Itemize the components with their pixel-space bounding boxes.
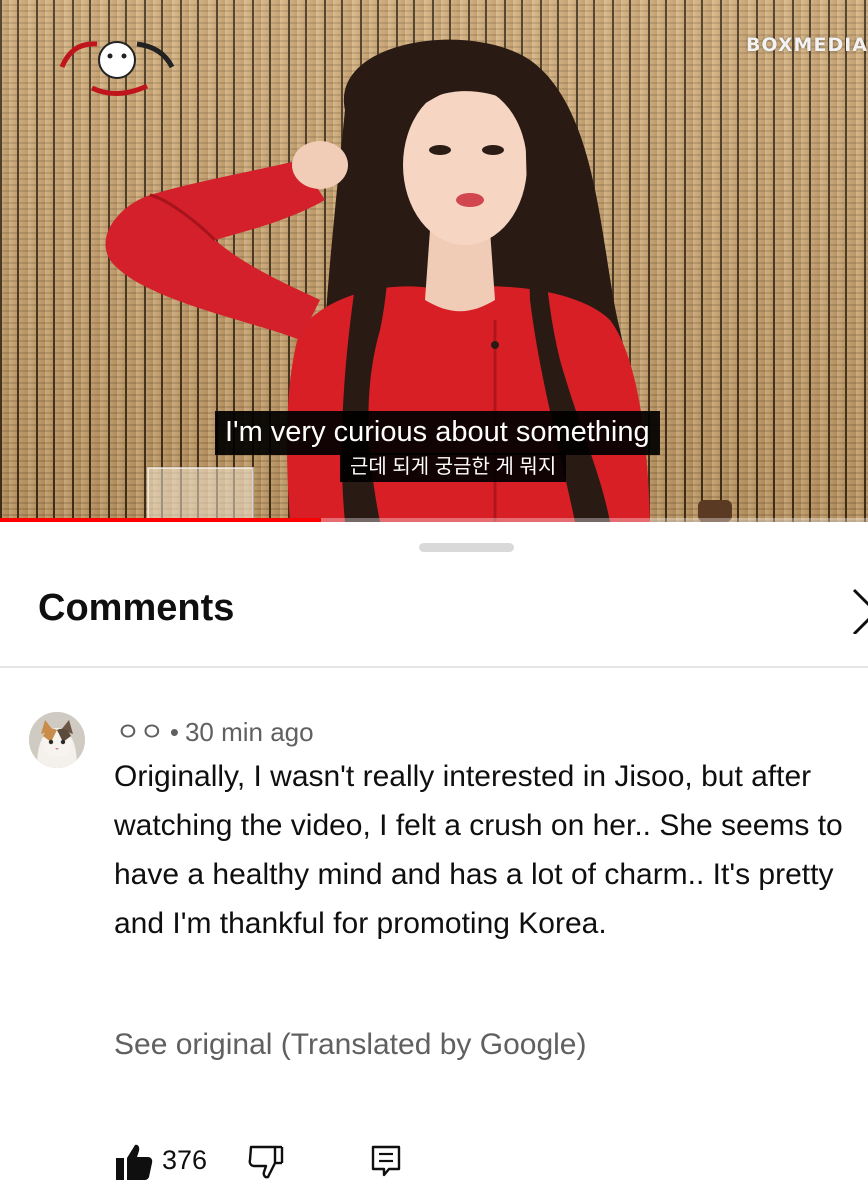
cat-avatar-icon: [29, 712, 85, 768]
subtitle-english: I'm very curious about something: [215, 411, 660, 455]
comments-panel: Comments ㅇㅇ • 30 min ago Originally, I was…: [0, 522, 868, 1200]
panel-title: Comments: [38, 587, 235, 629]
reply-icon[interactable]: [370, 1144, 402, 1178]
meta-separator: •: [169, 717, 179, 747]
comment-author[interactable]: ㅇㅇ: [116, 717, 164, 747]
avatar[interactable]: [29, 712, 85, 768]
subtitle-korean: 근데 되게 궁금한 게 뭐지: [340, 453, 567, 482]
comment-text: Originally, I wasn't really interested i…: [114, 760, 843, 940]
like-count: 376: [162, 1145, 208, 1175]
comment-timestamp: 30 min ago: [184, 717, 314, 747]
divider: [0, 666, 868, 668]
video-player[interactable]: BOXMEDIA I'm very curious about somethin…: [0, 0, 868, 522]
see-original-link[interactable]: See original (Translated by Google): [114, 1028, 586, 1062]
thumbs-down-icon[interactable]: [248, 1144, 284, 1180]
show-logo: [59, 41, 175, 96]
thumbs-up-icon[interactable]: [114, 1142, 154, 1182]
close-icon[interactable]: [846, 582, 868, 634]
drag-handle[interactable]: [419, 543, 514, 552]
channel-logo: BOXMEDIA: [745, 34, 868, 56]
comment-meta: ㅇㅇ • 30 min ago: [116, 712, 314, 749]
